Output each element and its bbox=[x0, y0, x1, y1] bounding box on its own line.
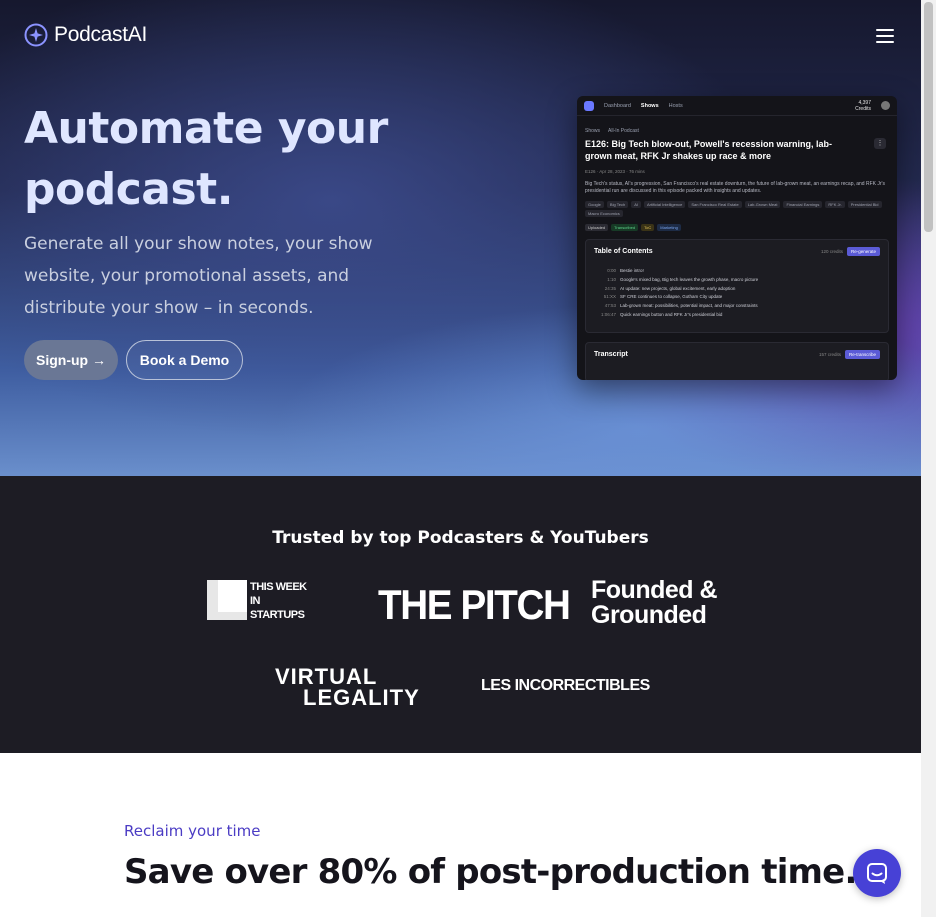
toc-row: 24:35 AI update: new projects, global exc… bbox=[594, 285, 880, 294]
toc-card: Table of Contents 120 credits Re-generat… bbox=[585, 239, 889, 333]
tag: Google bbox=[585, 201, 604, 208]
app-preview-topbar: Dashboard Shows Hosts 4,397 Credits bbox=[577, 96, 897, 116]
tag: Presidential Bid bbox=[847, 201, 882, 208]
toc-row: 1:10 Google's mixed bag, Big tech leaves … bbox=[594, 276, 880, 285]
hero-title: Automate your podcast. bbox=[24, 103, 388, 215]
tag: RFK Jr. bbox=[825, 201, 845, 208]
virtual-legality-logo: VIRTUAL LEGALITY bbox=[275, 664, 420, 710]
episode-description: Big Tech's status, AI's progression, San… bbox=[585, 181, 885, 194]
virtual-line1: VIRTUAL bbox=[275, 664, 378, 689]
page: PodcastAI Automate your podcast. Generat… bbox=[0, 0, 921, 917]
page-scrollbar[interactable] bbox=[921, 0, 936, 917]
tag: Big Tech bbox=[606, 201, 629, 208]
status-badges: Uploaded Transcribed ToC Marketing bbox=[585, 224, 681, 231]
toc-row: 47:53 Lab-grown meat: possibilities, pote… bbox=[594, 302, 880, 311]
toc-time: 51:XX bbox=[603, 294, 616, 300]
toc-time: 24:35 bbox=[604, 285, 616, 291]
brand-logo[interactable]: PodcastAI bbox=[24, 23, 147, 47]
toc-time: 1:10 bbox=[607, 276, 616, 282]
twis-mark-inner bbox=[218, 580, 247, 612]
hero-subtitle: Generate all your show notes, your show … bbox=[24, 234, 373, 318]
transcript-credits: 157 credits bbox=[818, 352, 841, 357]
sparkle-circle-icon bbox=[24, 23, 48, 47]
tag: Artificial Intelligence bbox=[643, 201, 686, 208]
tag-list: Google Big Tech AI Artificial Intelligen… bbox=[585, 201, 885, 217]
breadcrumb-show: All-In Podcast bbox=[608, 128, 639, 134]
hero-section: PodcastAI Automate your podcast. Generat… bbox=[0, 0, 921, 476]
episode-meta: E126 · Apr 28, 2023 · 76 mins bbox=[585, 169, 645, 174]
book-demo-button[interactable]: Book a Demo bbox=[126, 340, 243, 380]
hamburger-icon[interactable] bbox=[872, 26, 898, 46]
breadcrumb: Shows All-In Podcast bbox=[585, 128, 639, 134]
breadcrumb-shows: Shows bbox=[585, 128, 601, 134]
transcript-header: Transcript 157 credits Re-transcribe bbox=[586, 343, 888, 366]
avatar bbox=[881, 101, 890, 110]
les-incorrectibles-logo: LES INCORRECTIBLES bbox=[481, 677, 650, 694]
toc-text: Quick earnings button and RFK Jr's presi… bbox=[620, 311, 723, 317]
tag: San Francisco Real Estate bbox=[688, 201, 742, 208]
toc-row: 51:XX SF CRE continues to collapse, Gotha… bbox=[594, 293, 880, 302]
toc-row: 0:00 Bestie intro! bbox=[594, 267, 880, 276]
section-heading: Save over 80% of post-production time. bbox=[124, 852, 857, 892]
chat-bubble-icon bbox=[867, 863, 887, 884]
this-week-in-startups-logo: THIS WEEK IN STARTUPS bbox=[207, 580, 307, 628]
toc-text: Google's mixed bag, Big tech leaves the … bbox=[620, 276, 759, 282]
toc-time: 1:06:47 bbox=[600, 311, 616, 317]
status-badge: Transcribed bbox=[611, 224, 639, 231]
toc-text: Bestie intro! bbox=[620, 268, 644, 273]
app-credits: 4,397 Credits bbox=[855, 100, 871, 112]
section-eyebrow: Reclaim your time bbox=[124, 822, 261, 840]
trusted-heading: Trusted by top Podcasters & YouTubers bbox=[272, 528, 649, 548]
transcript-card: Transcript 157 credits Re-transcribe bbox=[585, 342, 889, 380]
episode-title: E126: Big Tech blow-out, Powell's recess… bbox=[585, 139, 833, 161]
status-badge: ToC bbox=[641, 224, 655, 231]
toc-text: AI update: new projects, global exciteme… bbox=[620, 285, 736, 291]
twis-wordmark: THIS WEEK IN STARTUPS bbox=[250, 581, 307, 621]
scrollbar-thumb[interactable] bbox=[924, 2, 933, 232]
founded-line2: Grounded bbox=[591, 601, 707, 629]
tag: AI bbox=[631, 201, 641, 208]
app-preview-screenshot: Dashboard Shows Hosts 4,397 Credits Show… bbox=[577, 96, 897, 380]
toc-row: 1:06:47 Quick earnings button and RFK Jr'… bbox=[594, 311, 880, 320]
toc-list: 0:00 Bestie intro! 1:10 Google's mixed bag… bbox=[586, 263, 888, 326]
virtual-line2: LEGALITY bbox=[303, 685, 420, 710]
toc-time: 0:00 bbox=[607, 268, 616, 273]
founded-line1: Founded & bbox=[591, 576, 718, 604]
toc-header: Table of Contents 120 credits Re-generat… bbox=[586, 240, 888, 263]
toc-text: SF CRE continues to collapse, Gotham Cit… bbox=[620, 294, 723, 300]
regenerate-button: Re-generate bbox=[846, 247, 880, 256]
toc-text: Lab-grown meat: possibilities, potential… bbox=[620, 303, 758, 309]
app-nav-dashboard: Dashboard bbox=[604, 102, 631, 109]
founded-grounded-logo: Founded & Grounded bbox=[591, 576, 718, 629]
toc-credits: 120 credits bbox=[820, 249, 843, 254]
toc-time: 47:53 bbox=[604, 303, 616, 309]
tag: Lab-Grown Meat bbox=[744, 201, 781, 208]
transcript-title: Transcript bbox=[594, 351, 628, 358]
more-options-icon: ⋮ bbox=[874, 138, 886, 149]
chat-launcher-button[interactable] bbox=[853, 849, 901, 897]
status-badge: Uploaded bbox=[585, 224, 609, 231]
app-nav-hosts: Hosts bbox=[668, 102, 683, 109]
app-nav-shows: Shows bbox=[640, 102, 659, 109]
toc-title: Table of Contents bbox=[594, 248, 653, 255]
signup-button[interactable]: Sign-up → bbox=[24, 340, 118, 380]
app-logo-icon bbox=[584, 100, 594, 111]
tag: Macro Economics bbox=[585, 210, 623, 217]
retranscribe-button: Re-transcribe bbox=[844, 350, 880, 359]
tag: Financial Earnings bbox=[783, 201, 823, 208]
status-badge: Marketing bbox=[657, 224, 681, 231]
the-pitch-logo: THE PITCH bbox=[378, 581, 571, 628]
brand-name: PodcastAI bbox=[54, 23, 148, 46]
app-credits-label: Credits bbox=[855, 105, 871, 112]
